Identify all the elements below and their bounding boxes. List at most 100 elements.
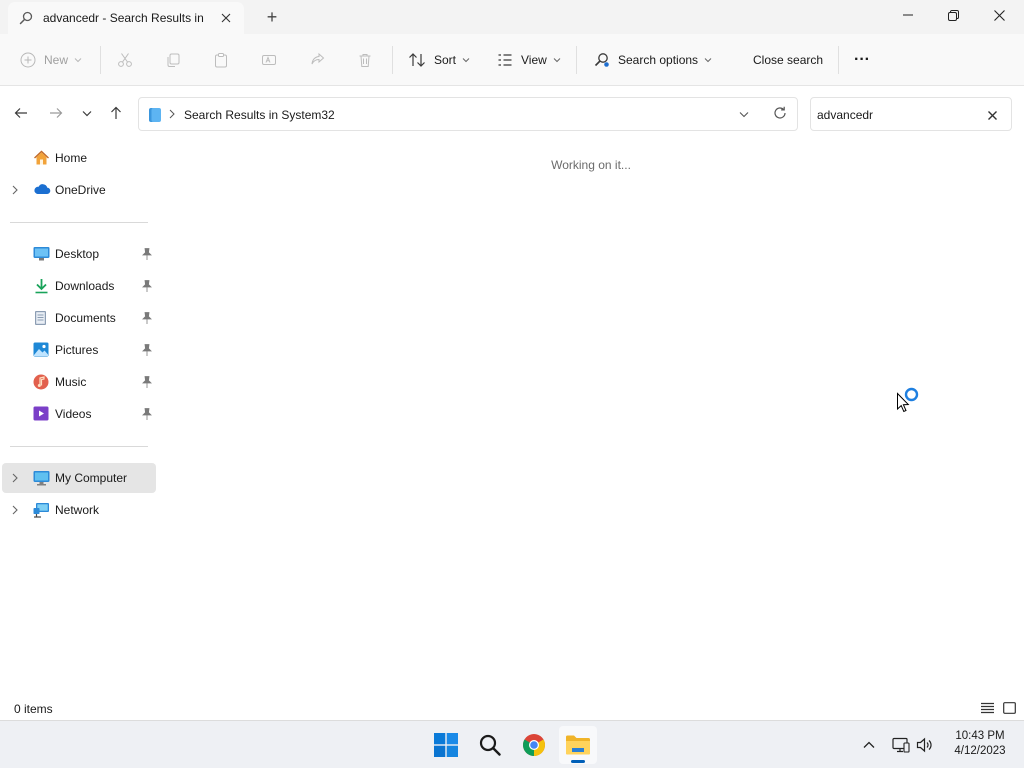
search-input[interactable]: advancedr: [817, 108, 873, 122]
thumbnails-view-button[interactable]: [1001, 700, 1017, 716]
sidebar-item-label: Music: [55, 375, 87, 389]
close-search-label: Close search: [753, 53, 824, 67]
chevron-down-icon: [553, 58, 561, 63]
pin-icon[interactable]: [141, 279, 153, 293]
chevron-down-icon: [462, 58, 470, 63]
item-count: 0 items: [14, 702, 53, 716]
paste-button[interactable]: [213, 46, 229, 74]
title-bar: advancedr - Search Results in +: [0, 0, 1024, 34]
speaker-icon: [916, 737, 932, 753]
chrome-taskbar-button[interactable]: [515, 726, 553, 764]
cut-button[interactable]: [117, 46, 133, 74]
pin-icon[interactable]: [141, 247, 153, 261]
command-bar: New Sort View Search options Close searc…: [0, 34, 1024, 86]
sidebar-divider: [10, 446, 148, 447]
add-icon: [20, 52, 36, 68]
sidebar-item-desktop[interactable]: Desktop: [2, 239, 156, 269]
delete-button[interactable]: [357, 46, 373, 74]
minimize-button[interactable]: [885, 0, 931, 30]
more-options-button[interactable]: ···: [854, 46, 870, 74]
chevron-right-icon[interactable]: [11, 504, 21, 516]
network-status-button[interactable]: [890, 734, 912, 756]
pin-icon[interactable]: [141, 375, 153, 389]
rename-button[interactable]: [261, 46, 277, 74]
back-button[interactable]: [9, 101, 33, 125]
refresh-icon[interactable]: [773, 106, 787, 123]
network-status-icon: [892, 737, 910, 753]
sidebar-item-pictures[interactable]: Pictures: [2, 335, 156, 365]
file-explorer-taskbar-button[interactable]: [559, 726, 597, 764]
up-button[interactable]: [104, 101, 128, 125]
sidebar-item-label: OneDrive: [55, 183, 106, 197]
volume-button[interactable]: [914, 734, 936, 756]
more-icon: ···: [854, 51, 870, 68]
plus-icon: +: [266, 7, 278, 27]
sidebar-item-onedrive[interactable]: OneDrive: [2, 175, 156, 205]
home-icon: [33, 150, 50, 166]
sidebar-item-home[interactable]: Home: [2, 143, 156, 173]
download-icon: [33, 278, 50, 294]
view-icon: [498, 54, 512, 66]
share-icon: [311, 52, 325, 65]
search-icon: [18, 10, 34, 26]
active-app-indicator: [571, 760, 585, 763]
chevron-down-icon: [74, 58, 82, 63]
sidebar-item-network[interactable]: Network: [2, 495, 156, 525]
minimize-icon: [903, 14, 913, 16]
sidebar-item-label: My Computer: [55, 471, 128, 485]
close-window-button[interactable]: [976, 0, 1022, 30]
chevron-down-icon: [82, 110, 92, 116]
sort-icon: [409, 53, 425, 67]
view-button[interactable]: View: [497, 46, 561, 74]
sidebar-item-music[interactable]: Music: [2, 367, 156, 397]
pin-icon[interactable]: [141, 343, 153, 357]
windows-start-icon: [434, 733, 458, 757]
sort-label: Sort: [434, 53, 457, 67]
sidebar-item-my-computer[interactable]: My Computer: [2, 463, 156, 493]
computer-icon: [33, 470, 50, 486]
search-options-label: Search options: [618, 53, 699, 67]
sidebar-item-documents[interactable]: Documents: [2, 303, 156, 333]
close-search-button[interactable]: Close search: [753, 46, 823, 74]
breadcrumb[interactable]: Search Results in System32: [184, 108, 335, 122]
forward-button[interactable]: [44, 101, 68, 125]
chevron-right-icon[interactable]: [11, 184, 21, 196]
sidebar-item-label: Videos: [55, 407, 92, 421]
new-button[interactable]: New: [20, 46, 82, 74]
sort-button[interactable]: Sort: [408, 46, 470, 74]
chevron-down-icon: [704, 58, 712, 63]
chrome-icon: [523, 734, 545, 756]
pictures-icon: [33, 342, 50, 358]
clock[interactable]: 10:43 PM 4/12/2023: [940, 729, 1020, 759]
file-explorer-icon: [566, 735, 590, 755]
details-view-button[interactable]: [979, 700, 995, 716]
recent-locations-button[interactable]: [75, 101, 99, 125]
pin-icon[interactable]: [141, 311, 153, 325]
explorer-tab[interactable]: advancedr - Search Results in: [8, 2, 244, 34]
show-hidden-icons-button[interactable]: [858, 734, 880, 756]
start-button[interactable]: [427, 726, 465, 764]
sidebar-item-videos[interactable]: Videos: [2, 399, 156, 429]
pin-icon[interactable]: [141, 407, 153, 421]
sidebar-item-downloads[interactable]: Downloads: [2, 271, 156, 301]
arrow-up-icon: [111, 106, 121, 119]
sidebar-item-label: Network: [55, 503, 100, 517]
sidebar-item-label: Home: [55, 151, 88, 165]
new-tab-button[interactable]: +: [262, 7, 282, 27]
chevron-right-icon[interactable]: [11, 472, 21, 484]
details-view-icon: [980, 702, 994, 714]
clear-search-icon[interactable]: [985, 108, 999, 122]
search-box[interactable]: advancedr: [810, 97, 1012, 131]
sidebar-item-label: Desktop: [55, 247, 100, 261]
restore-button[interactable]: [930, 0, 976, 30]
search-options-button[interactable]: Search options: [594, 46, 712, 74]
sidebar-item-label: Pictures: [55, 343, 99, 357]
close-tab-icon[interactable]: [218, 10, 234, 26]
search-options-icon: [594, 53, 609, 67]
address-dropdown-icon[interactable]: [739, 107, 749, 121]
share-button[interactable]: [309, 46, 325, 74]
copy-button[interactable]: [165, 46, 181, 74]
taskbar-search-button[interactable]: [471, 726, 509, 764]
address-bar[interactable]: Search Results in System32: [138, 97, 798, 131]
view-label: View: [521, 53, 547, 67]
